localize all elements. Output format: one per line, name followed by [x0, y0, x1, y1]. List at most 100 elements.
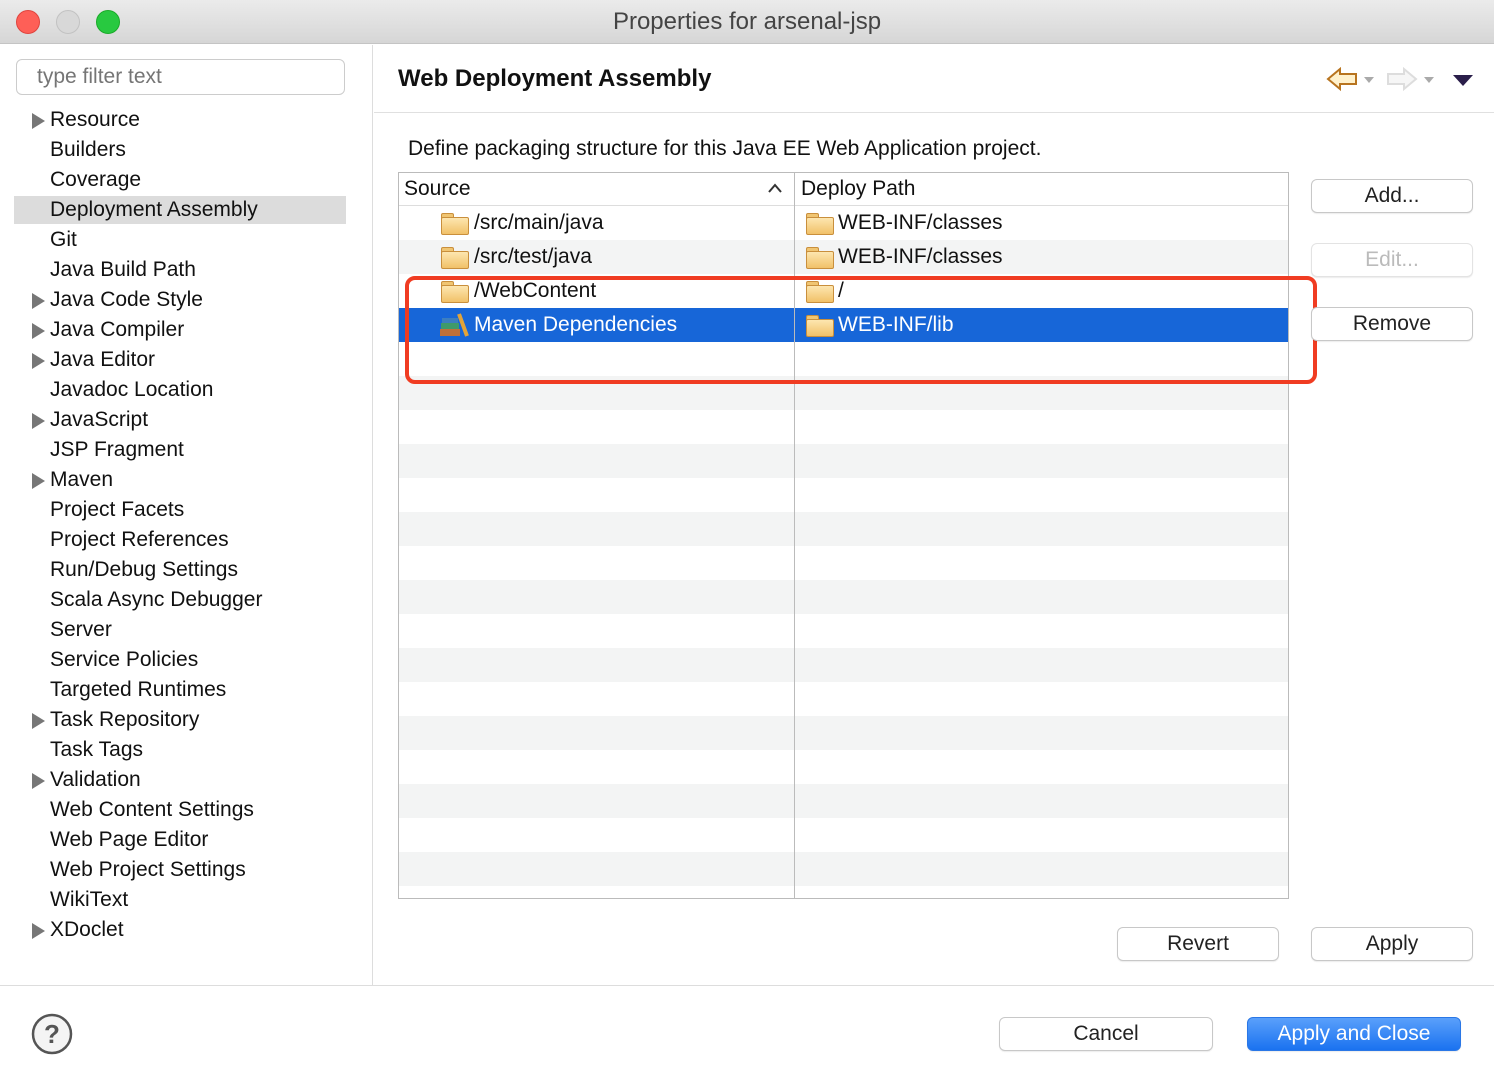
expand-triangle-icon[interactable] [32, 713, 45, 729]
table-row[interactable]: Maven Dependencies WEB-INF/lib [399, 308, 1288, 342]
sidebar-item[interactable]: Project References [14, 526, 346, 554]
sidebar-item[interactable]: Targeted Runtimes [14, 676, 346, 704]
minimize-window-button[interactable] [56, 10, 80, 34]
sidebar-item[interactable]: Project Facets [14, 496, 346, 524]
page-title: Web Deployment Assembly [398, 65, 712, 92]
sidebar-item[interactable]: Validation [14, 766, 346, 794]
sidebar-item[interactable]: Java Compiler [14, 316, 346, 344]
help-icon[interactable]: ? [31, 1013, 73, 1055]
empty-table-row [399, 648, 1288, 682]
folder-icon [441, 281, 469, 303]
sidebar-item[interactable]: XDoclet [14, 916, 346, 944]
sidebar-item[interactable]: Web Content Settings [14, 796, 346, 824]
expand-triangle-icon[interactable] [32, 353, 45, 369]
sidebar-item[interactable]: Scala Async Debugger [14, 586, 346, 614]
sidebar-item-label: Task Tags [50, 738, 143, 761]
sidebar-item-label: Maven [50, 468, 114, 491]
sidebar-item[interactable]: Task Tags [14, 736, 346, 764]
expand-triangle-icon[interactable] [32, 113, 45, 129]
empty-table-row [399, 410, 1288, 444]
source-cell: /src/main/java [474, 211, 604, 234]
sidebar-item-label: Web Page Editor [50, 828, 209, 851]
sidebar-item[interactable]: Web Project Settings [14, 856, 346, 884]
sidebar-item[interactable]: Resource [14, 106, 346, 134]
apply-button[interactable]: Apply [1311, 927, 1473, 961]
sidebar-item[interactable]: Run/Debug Settings [14, 556, 346, 584]
sidebar-item-label: JSP Fragment [50, 438, 184, 461]
sidebar-item-label: Validation [50, 768, 141, 791]
folder-icon [806, 281, 834, 303]
revert-button[interactable]: Revert [1117, 927, 1279, 961]
sidebar-item[interactable]: Java Code Style [14, 286, 346, 314]
column-divider [794, 173, 795, 898]
sidebar-item-label: Service Policies [50, 648, 199, 671]
table-row[interactable]: /src/main/java WEB-INF/classes [399, 206, 1288, 240]
sidebar-item[interactable]: JSP Fragment [14, 436, 346, 464]
empty-table-row [399, 478, 1288, 512]
folder-icon [806, 247, 834, 269]
window-title: Properties for arsenal-jsp [612, 8, 882, 35]
table-row[interactable]: /src/test/java WEB-INF/classes [399, 240, 1288, 274]
svg-text:?: ? [44, 1019, 60, 1049]
empty-table-row [399, 376, 1288, 410]
deploy-path-cell: / [838, 279, 844, 302]
deployment-table: /src/main/java WEB-INF/classes/src/test/j… [398, 172, 1289, 899]
edit-button[interactable]: Edit... [1311, 243, 1473, 277]
back-arrow-icon[interactable] [1326, 67, 1376, 93]
expand-triangle-icon[interactable] [32, 473, 45, 489]
folder-icon [441, 213, 469, 235]
header-divider [374, 112, 1494, 113]
sidebar-item-label: Java Build Path [50, 258, 196, 281]
table-header: Source Deploy Path [399, 173, 1288, 206]
sidebar-item-label: Coverage [50, 168, 142, 191]
source-cell: /WebContent [474, 279, 597, 302]
sidebar-item-label: WikiText [50, 888, 129, 911]
empty-table-row [399, 444, 1288, 478]
sidebar-item[interactable]: Task Repository [14, 706, 346, 734]
sidebar: Resource Builders Coverage Deployment Assem… [0, 45, 373, 985]
sidebar-item[interactable]: Java Editor [14, 346, 346, 374]
sidebar-item[interactable]: Web Page Editor [14, 826, 346, 854]
sidebar-item[interactable]: Javadoc Location [14, 376, 346, 404]
sidebar-item-label: Run/Debug Settings [50, 558, 238, 581]
sort-ascending-icon [768, 183, 782, 193]
sidebar-item[interactable]: Server [14, 616, 346, 644]
empty-table-row [399, 546, 1288, 580]
expand-triangle-icon[interactable] [32, 773, 45, 789]
sidebar-item[interactable]: Java Build Path [14, 256, 346, 284]
column-header-source[interactable]: Source [404, 173, 471, 205]
sidebar-item[interactable]: WikiText [14, 886, 346, 914]
empty-table-row [399, 886, 1288, 898]
expand-triangle-icon[interactable] [32, 923, 45, 939]
apply-and-close-button[interactable]: Apply and Close [1247, 1017, 1461, 1051]
library-icon [440, 313, 469, 337]
zoom-window-button[interactable] [96, 10, 120, 34]
sidebar-item[interactable]: Builders [14, 136, 346, 164]
sidebar-item[interactable]: Git [14, 226, 346, 254]
column-header-deploy-path[interactable]: Deploy Path [801, 173, 915, 205]
table-row[interactable]: /WebContent / [399, 274, 1288, 308]
sidebar-item[interactable]: Deployment Assembly [14, 196, 346, 224]
expand-triangle-icon[interactable] [32, 293, 45, 309]
sidebar-item[interactable]: Coverage [14, 166, 346, 194]
sidebar-item-label: Builders [50, 138, 126, 161]
expand-triangle-icon[interactable] [32, 413, 45, 429]
cancel-button[interactable]: Cancel [999, 1017, 1213, 1051]
filter-input[interactable] [16, 59, 345, 95]
source-cell: Maven Dependencies [474, 313, 678, 336]
expand-triangle-icon[interactable] [32, 323, 45, 339]
deploy-path-cell: WEB-INF/lib [838, 313, 954, 336]
add-button[interactable]: Add... [1311, 179, 1473, 213]
forward-arrow-icon[interactable] [1386, 67, 1436, 93]
close-window-button[interactable] [16, 10, 40, 34]
sidebar-item-label: XDoclet [50, 918, 124, 941]
sidebar-item-label: Web Content Settings [50, 798, 254, 821]
sidebar-item[interactable]: JavaScript [14, 406, 346, 434]
sidebar-item[interactable]: Maven [14, 466, 346, 494]
sidebar-item[interactable]: Service Policies [14, 646, 346, 674]
sidebar-item-label: Git [50, 228, 77, 251]
remove-button[interactable]: Remove [1311, 307, 1473, 341]
empty-table-row [399, 682, 1288, 716]
view-menu-icon[interactable] [1452, 74, 1474, 88]
empty-table-row [399, 342, 1288, 376]
